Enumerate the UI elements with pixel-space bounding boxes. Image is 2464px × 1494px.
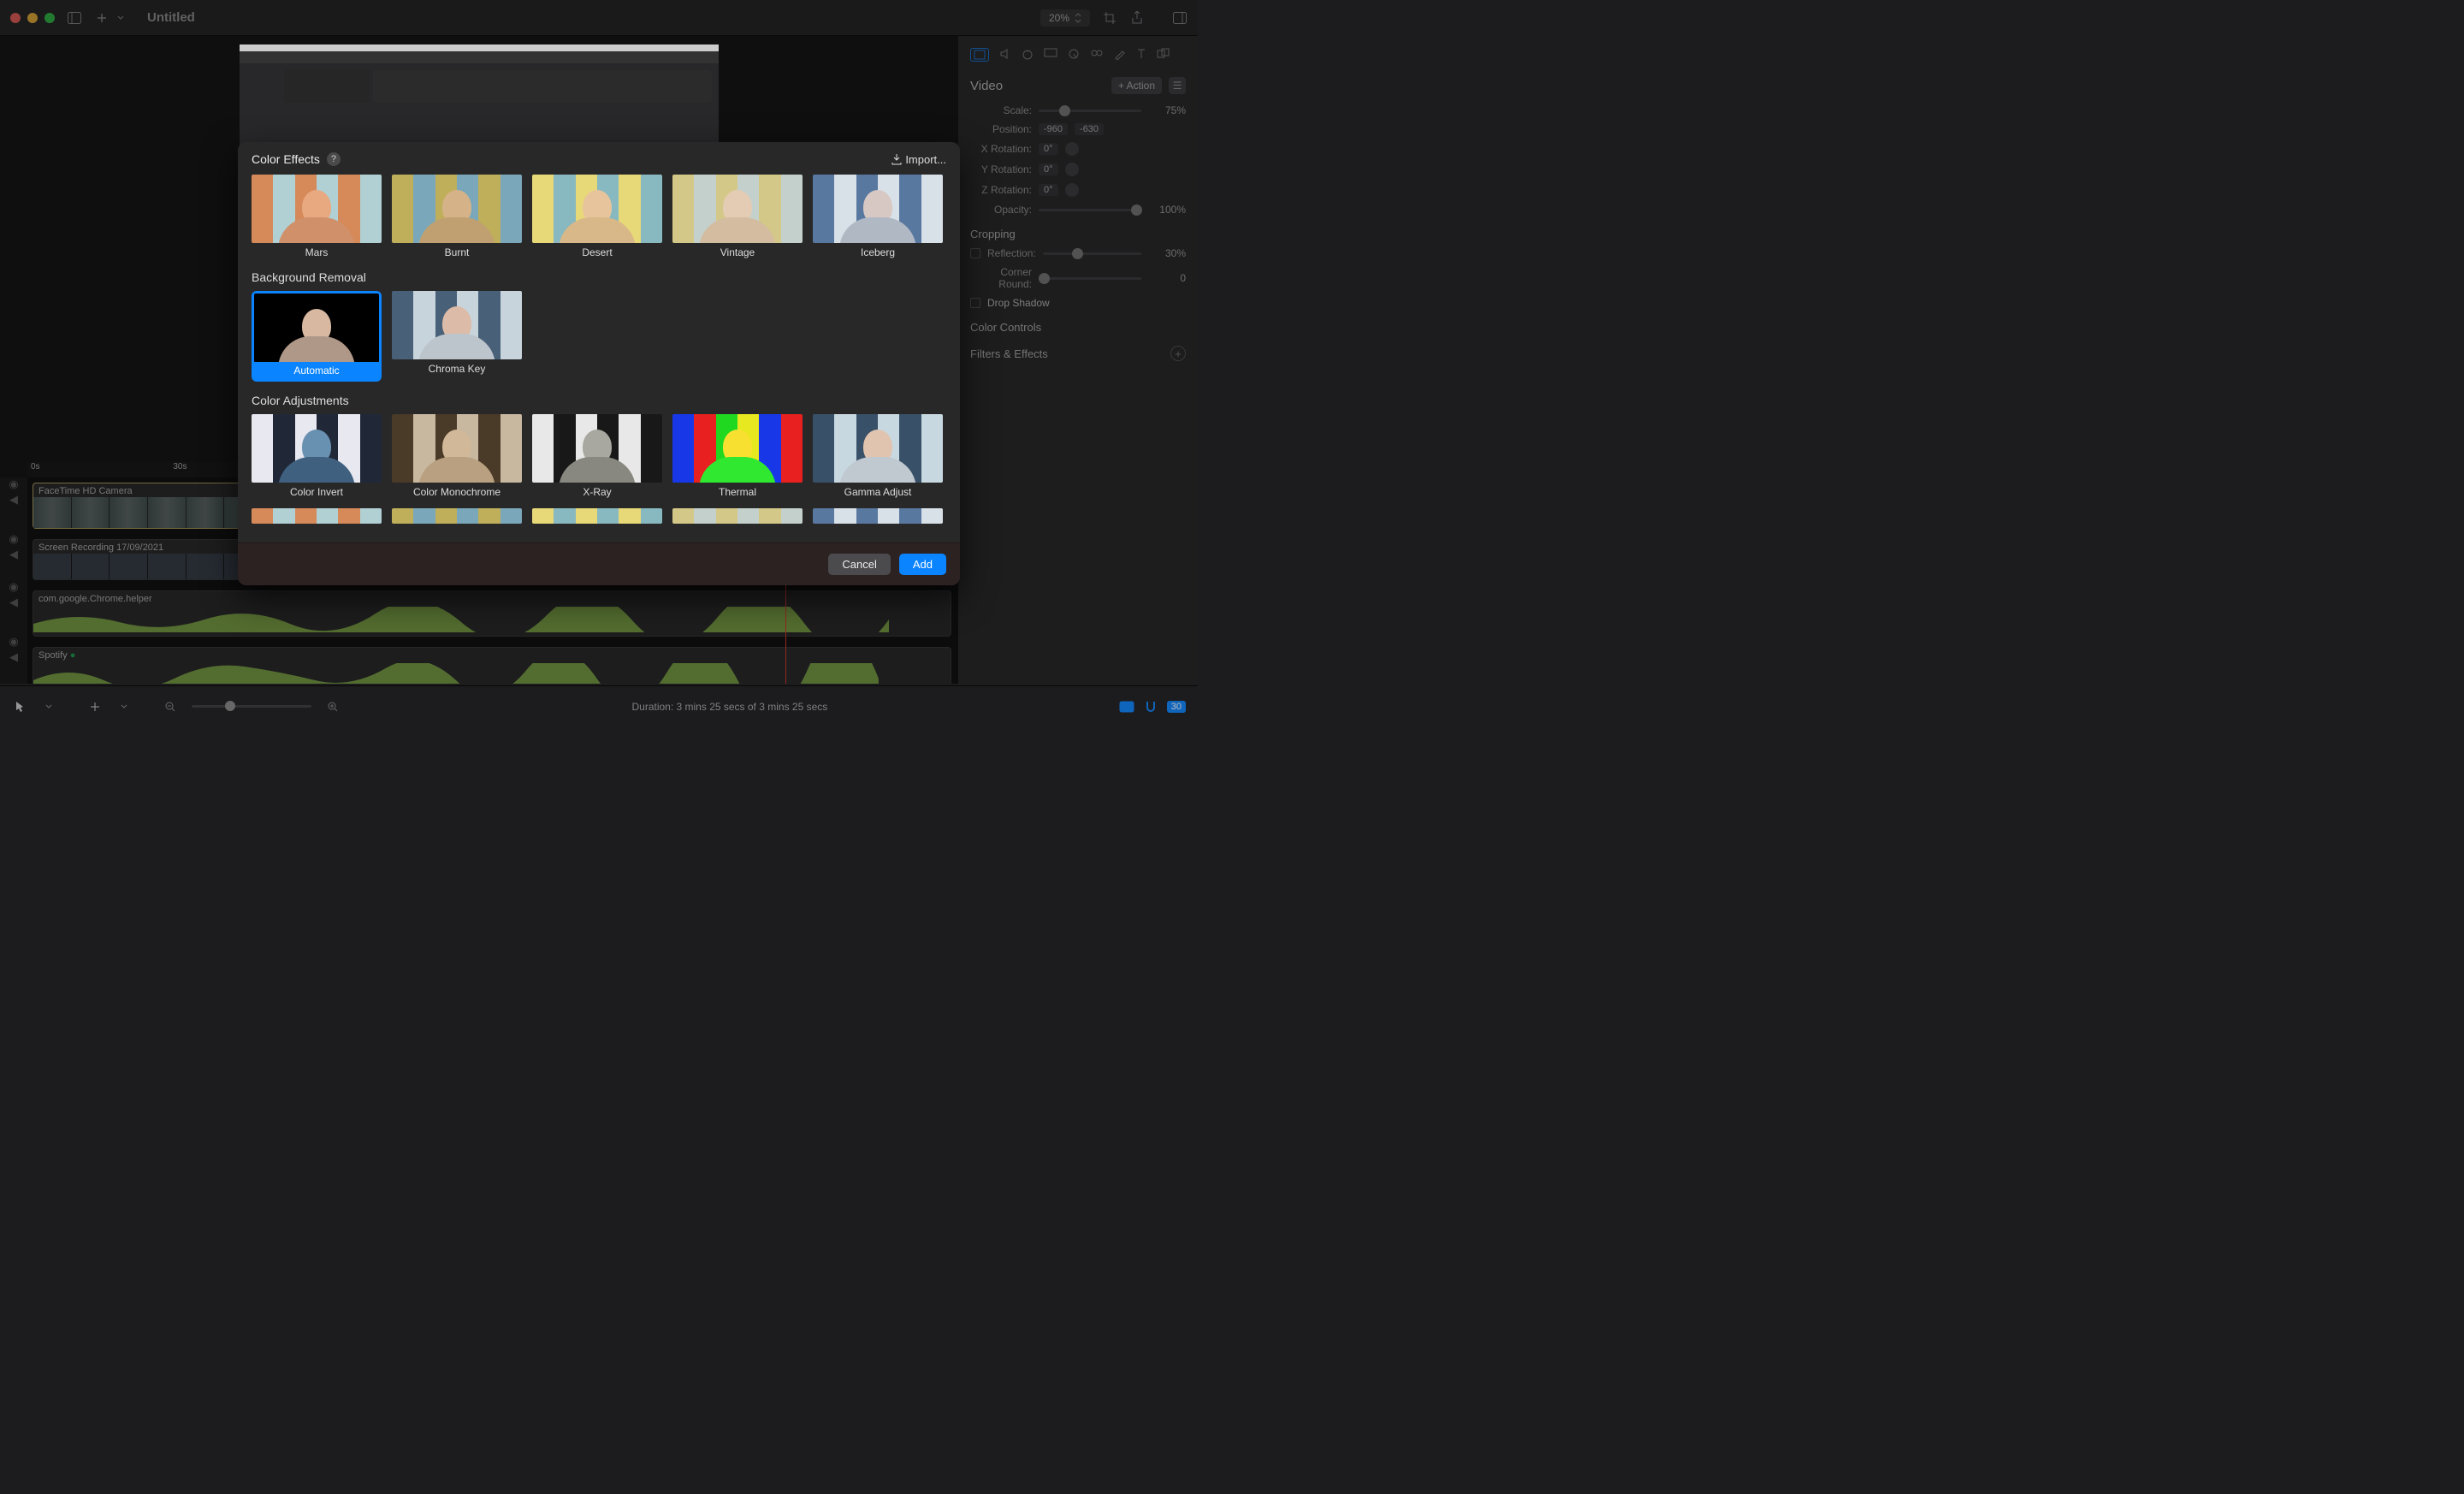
effect-desert[interactable]: Desert	[532, 175, 662, 258]
yrot-field[interactable]: 0°	[1039, 163, 1058, 175]
color-adjustments-grid: Color Invert Color Monochrome X-Ray Ther…	[252, 414, 946, 524]
text-tab-icon[interactable]	[1136, 48, 1146, 62]
add-filter-icon[interactable]: +	[1170, 346, 1186, 361]
timeline-zoom-slider[interactable]	[192, 705, 311, 708]
bottom-toolbar: Duration: 3 mins 25 secs of 3 mins 25 se…	[0, 685, 1198, 726]
window-traffic-lights	[10, 13, 55, 23]
link-tab-icon[interactable]	[1090, 48, 1104, 62]
cropping-section[interactable]: Cropping	[970, 228, 1186, 240]
zoom-out-icon[interactable]	[163, 699, 178, 714]
color-effects-grid: Mars Burnt Desert Vintage Iceberg	[252, 175, 946, 258]
effect-vintage[interactable]: Vintage	[672, 175, 803, 258]
position-y-field[interactable]: -630	[1075, 123, 1104, 135]
inspector-panel: Video + Action ☰ Scale:75% Position:-960…	[958, 36, 1198, 684]
effect-thermal[interactable]: Thermal	[672, 414, 803, 498]
effect-color-invert[interactable]: Color Invert	[252, 414, 382, 498]
video-tab-icon[interactable]	[970, 48, 989, 62]
maximize-window-button[interactable]	[44, 13, 55, 23]
sidebar-toggle-icon[interactable]	[67, 10, 82, 26]
share-icon[interactable]	[1129, 10, 1145, 26]
zoom-level[interactable]: 20%	[1040, 9, 1090, 27]
spotify-icon: ●	[70, 650, 76, 661]
effect-partial[interactable]	[813, 508, 943, 524]
visibility-icon[interactable]: ◉	[9, 635, 18, 649]
snapping-icon[interactable]	[1143, 699, 1158, 714]
visibility-icon[interactable]: ◉	[9, 477, 18, 491]
effect-gamma-adjust[interactable]: Gamma Adjust	[813, 414, 943, 498]
add-action-button[interactable]: + Action	[1111, 77, 1162, 94]
effect-iceberg[interactable]: Iceberg	[813, 175, 943, 258]
xrot-dial[interactable]	[1065, 142, 1079, 156]
captions-icon[interactable]	[1119, 699, 1134, 714]
mute-icon[interactable]: ◀	[9, 596, 18, 609]
inspector-menu-icon[interactable]: ☰	[1169, 77, 1186, 94]
visibility-icon[interactable]: ◉	[9, 580, 18, 594]
mute-icon[interactable]: ◀	[9, 493, 18, 507]
add-button[interactable]: Add	[899, 554, 946, 575]
reflection-checkbox[interactable]	[970, 248, 980, 258]
group-tab-icon[interactable]	[1157, 48, 1170, 62]
document-title: Untitled	[147, 10, 195, 25]
scale-slider[interactable]	[1039, 110, 1141, 112]
inspector-tabs	[970, 44, 1186, 70]
close-window-button[interactable]	[10, 13, 21, 23]
color-effects-dialog: Color Effects ? Import... Mars Burnt Des…	[238, 142, 960, 585]
import-button[interactable]: Import...	[891, 153, 946, 166]
add-icon[interactable]	[87, 699, 103, 714]
zrot-field[interactable]: 0°	[1039, 184, 1058, 196]
effect-partial[interactable]	[392, 508, 522, 524]
duration-text: Duration: 3 mins 25 secs of 3 mins 25 se…	[354, 701, 1105, 713]
effect-automatic[interactable]: Automatic	[252, 291, 382, 382]
color-controls-section[interactable]: Color Controls	[970, 321, 1186, 334]
corner-slider[interactable]	[1039, 277, 1141, 280]
audio-track-chrome[interactable]: com.google.Chrome.helper	[33, 590, 951, 637]
timing-tab-icon[interactable]	[1022, 48, 1034, 62]
audio-tab-icon[interactable]	[999, 48, 1011, 62]
inspector-toggle-icon[interactable]	[1172, 10, 1188, 26]
effect-chroma-key[interactable]: Chroma Key	[392, 291, 522, 382]
visibility-icon[interactable]: ◉	[9, 532, 18, 546]
add-icon[interactable]	[94, 10, 110, 26]
position-x-field[interactable]: -960	[1039, 123, 1068, 135]
mute-icon[interactable]: ◀	[9, 548, 18, 561]
effect-partial[interactable]	[672, 508, 803, 524]
main-toolbar: Untitled 20%	[0, 0, 1198, 36]
yrot-dial[interactable]	[1065, 163, 1079, 176]
effect-partial[interactable]	[532, 508, 662, 524]
color-adjustments-heading: Color Adjustments	[252, 394, 946, 407]
reflection-slider[interactable]	[1043, 252, 1141, 255]
cancel-button[interactable]: Cancel	[828, 554, 890, 575]
help-icon[interactable]: ?	[327, 152, 341, 166]
chevron-down-icon[interactable]	[41, 699, 56, 714]
audio-track-spotify[interactable]: Spotify ●	[33, 647, 951, 684]
edit-tab-icon[interactable]	[1114, 48, 1126, 62]
chevron-down-icon[interactable]	[113, 10, 128, 26]
bg-removal-heading: Background Removal	[252, 270, 946, 284]
effect-mars[interactable]: Mars	[252, 175, 382, 258]
pointer-tool-icon[interactable]	[12, 699, 27, 714]
effect-partial[interactable]	[252, 508, 382, 524]
effect-xray[interactable]: X-Ray	[532, 414, 662, 498]
shadow-checkbox[interactable]	[970, 298, 980, 308]
effect-burnt[interactable]: Burnt	[392, 175, 522, 258]
xrot-field[interactable]: 0°	[1039, 143, 1058, 155]
fps-badge[interactable]: 30	[1167, 701, 1186, 713]
zoom-in-icon[interactable]	[325, 699, 341, 714]
dialog-title: Color Effects	[252, 152, 320, 166]
screen-tab-icon[interactable]	[1044, 48, 1057, 62]
cursor-tab-icon[interactable]	[1068, 48, 1080, 62]
filters-section[interactable]: Filters & Effects+	[970, 346, 1186, 361]
zrot-dial[interactable]	[1065, 183, 1079, 197]
mute-icon[interactable]: ◀	[9, 650, 18, 664]
chevron-down-icon[interactable]	[116, 699, 132, 714]
opacity-slider[interactable]	[1039, 209, 1141, 211]
minimize-window-button[interactable]	[27, 13, 38, 23]
track-controls-column: ◉◀ ◉◀ ◉◀ ◉◀	[0, 477, 27, 684]
crop-icon[interactable]	[1102, 10, 1117, 26]
bg-removal-grid: Automatic Chroma Key	[252, 291, 946, 382]
inspector-title: Video	[970, 79, 1105, 93]
effect-color-monochrome[interactable]: Color Monochrome	[392, 414, 522, 498]
